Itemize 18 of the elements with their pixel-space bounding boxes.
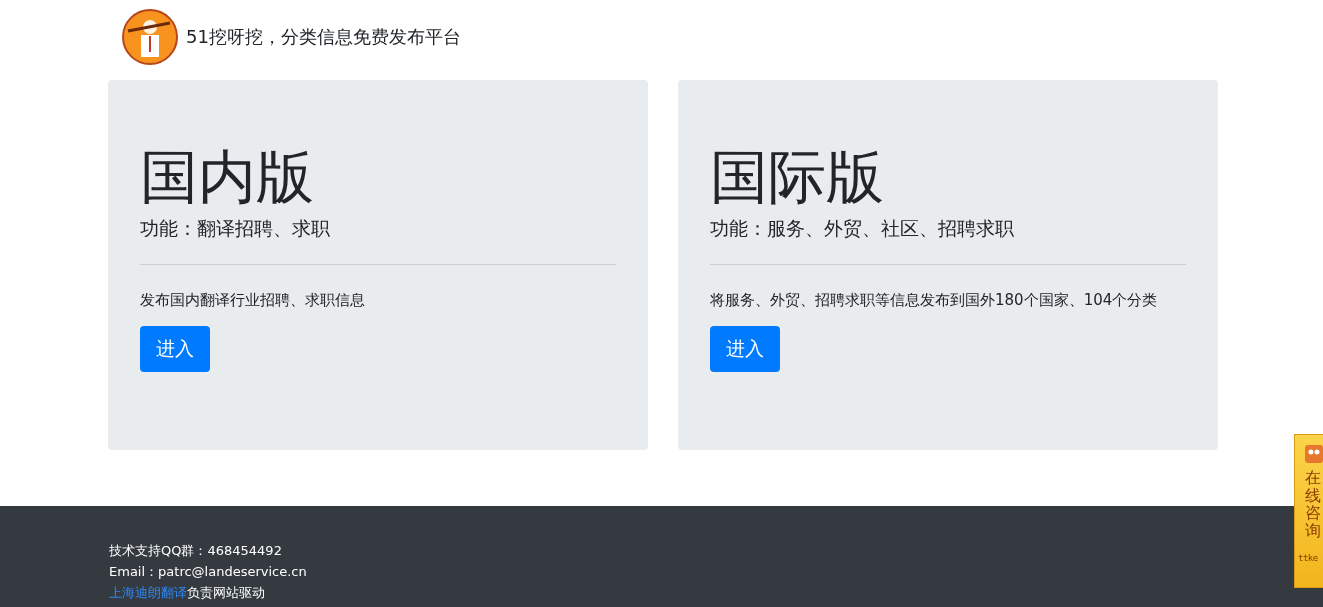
card-title: 国内版: [140, 146, 315, 210]
chat-widget[interactable]: 在线咨询 ttke: [1294, 434, 1323, 588]
brand-text: ttke: [1298, 553, 1318, 564]
email-text: Email：patrc@landeservice.cn: [109, 563, 307, 581]
qq-group-text: 技术支持QQ群：468454492: [109, 542, 282, 560]
company-link[interactable]: 上海迪朗翻译: [109, 585, 187, 600]
card-subtitle: 功能：翻译招聘、求职: [140, 215, 331, 241]
enter-button[interactable]: 进入: [140, 325, 210, 372]
miner-logo-icon: [122, 9, 178, 65]
site-title: 51挖呀挖，分类信息免费发布平台: [186, 25, 461, 49]
card-title: 国际版: [710, 146, 885, 210]
card-description: 将服务、外贸、招聘求职等信息发布到国外180个国家、104个分类: [710, 290, 1159, 310]
enter-button[interactable]: 进入: [710, 325, 780, 372]
mascot-icon: [1305, 445, 1323, 463]
card-description: 发布国内翻译行业招聘、求职信息: [140, 290, 366, 310]
credit-text: 上海迪朗翻译负责网站驱动: [109, 584, 265, 602]
card-subtitle: 功能：服务、外贸、社区、招聘求职: [710, 215, 1015, 241]
chat-label: 在线咨询: [1305, 469, 1321, 540]
